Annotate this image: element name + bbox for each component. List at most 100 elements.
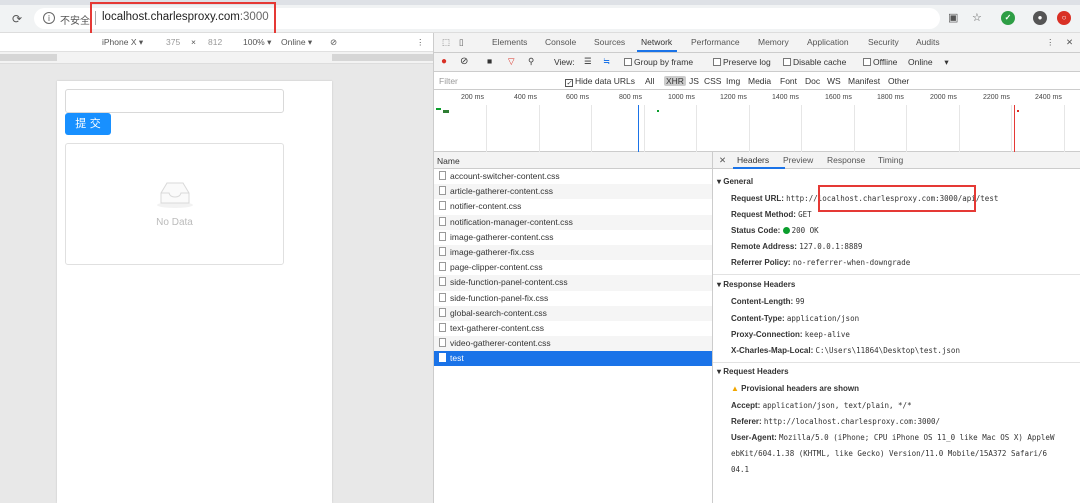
hide-data-urls-label: Hide data URLs	[575, 76, 636, 86]
request-row[interactable]: article-gatherer-content.css	[434, 184, 712, 200]
request-row[interactable]: side-function-panel-content.css	[434, 275, 712, 291]
request-name: image-gatherer-fix.css	[450, 246, 535, 257]
disable-cache-checkbox[interactable]: Disable cache	[783, 57, 846, 67]
rotate-icon[interactable]: ⊘	[330, 37, 337, 48]
tab-sources[interactable]: Sources	[594, 37, 625, 47]
request-row[interactable]: global-search-content.css	[434, 305, 712, 321]
response-headers-toggle[interactable]: ▾ Response Headers	[717, 280, 795, 289]
general-section-toggle[interactable]: ▾ General	[717, 177, 753, 186]
bookmark-star-icon[interactable]: ☆	[972, 11, 982, 24]
timeline-tick: 2400 ms	[1035, 94, 1062, 101]
device-toggle-icon[interactable]: ▯	[459, 37, 464, 48]
tab-headers[interactable]: Headers	[737, 155, 769, 165]
request-row[interactable]: text-gatherer-content.css	[434, 321, 712, 336]
tab-application[interactable]: Application	[807, 37, 849, 47]
response-header-row: X-Charles-Map-Local: C:\Users\11864\Desk…	[731, 346, 960, 355]
headers-panel: ▾ General Request URL: http://localhost.…	[713, 169, 1080, 503]
request-row[interactable]: video-gatherer-content.css	[434, 336, 712, 352]
request-row[interactable]: notifier-content.css	[434, 199, 712, 214]
device-height[interactable]: 812	[208, 37, 222, 47]
close-detail-icon[interactable]: ✕	[719, 155, 726, 166]
inspect-element-icon[interactable]: ⬚	[442, 37, 450, 48]
translate-icon[interactable]: ▣	[948, 11, 958, 24]
reload-icon[interactable]: ⟳	[12, 12, 22, 26]
method-label: Request Method:	[731, 210, 796, 219]
device-select[interactable]: iPhone X ▾	[102, 37, 143, 48]
search-icon[interactable]: ⚲	[528, 56, 534, 67]
zoom-select[interactable]: 100% ▾	[243, 37, 271, 48]
screenshot-icon[interactable]: ■	[487, 56, 492, 66]
device-width[interactable]: 375	[166, 37, 180, 47]
name-column-header[interactable]: Name	[434, 152, 712, 169]
filter-media[interactable]: Media	[748, 76, 771, 86]
timeline-bar	[657, 110, 659, 112]
filter-other[interactable]: Other	[888, 76, 909, 86]
response-header-row: Content-Type: application/json	[731, 314, 859, 323]
filter-doc[interactable]: Doc	[805, 76, 820, 86]
response-headers-title: Response Headers	[723, 280, 796, 289]
tab-preview[interactable]: Preview	[783, 155, 813, 165]
extension-red-icon[interactable]: ○	[1057, 11, 1071, 25]
offline-checkbox[interactable]: Offline	[863, 57, 897, 67]
filter-all[interactable]: All	[645, 76, 654, 86]
header-key: Content-Type:	[731, 314, 785, 323]
filter-ws[interactable]: WS	[827, 76, 841, 86]
request-detail-tabs: ✕ Headers Preview Response Timing	[713, 152, 1080, 169]
group-by-frame-checkbox[interactable]: Group by frame	[624, 57, 693, 67]
request-row[interactable]: image-gatherer-fix.css	[434, 244, 712, 261]
devtools-menu-icon[interactable]: ⋮	[1046, 37, 1055, 48]
devtools-close-icon[interactable]: ✕	[1066, 37, 1073, 48]
request-row[interactable]: side-function-panel-fix.css	[434, 291, 712, 306]
filter-xhr[interactable]: XHR	[664, 76, 686, 86]
clear-icon[interactable]: ⊘	[460, 56, 468, 67]
request-header-row: User-Agent: Mozilla/5.0 (iPhone; CPU iPh…	[731, 433, 1054, 442]
request-row[interactable]: account-switcher-content.css	[434, 169, 712, 184]
tab-timing[interactable]: Timing	[878, 155, 903, 165]
submit-button[interactable]: 提 交	[65, 113, 111, 135]
filter-manifest[interactable]: Manifest	[848, 76, 880, 86]
filter-css[interactable]: CSS	[704, 76, 721, 86]
network-overview-timeline[interactable]: 200 ms 400 ms 600 ms 800 ms 1000 ms 1200…	[434, 90, 1080, 152]
request-row-selected[interactable]: test	[434, 351, 712, 367]
referrer-policy-value: no-referrer-when-downgrade	[792, 258, 911, 267]
offline-label: Offline	[873, 57, 898, 67]
tab-response[interactable]: Response	[827, 155, 865, 165]
filter-img[interactable]: Img	[726, 76, 740, 86]
timeline-tick: 1000 ms	[668, 94, 695, 101]
profile-icon[interactable]: ●	[1033, 11, 1047, 25]
tab-security[interactable]: Security	[868, 37, 899, 47]
large-rows-icon[interactable]: ☰	[584, 56, 592, 67]
throttle-select[interactable]: Online ▾	[281, 37, 312, 48]
header-value: C:\Users\11864\Desktop\test.json	[815, 346, 960, 355]
request-headers-toggle[interactable]: ▾ Request Headers	[717, 367, 789, 376]
tab-console[interactable]: Console	[545, 37, 576, 47]
request-row[interactable]: image-gatherer-content.css	[434, 230, 712, 245]
info-icon[interactable]: i	[43, 12, 55, 24]
filter-input[interactable]: Filter	[439, 76, 458, 86]
extension-check-icon[interactable]: ✓	[1001, 11, 1015, 25]
no-data-text: No Data	[156, 217, 193, 228]
more-options-icon[interactable]: ⋮	[416, 37, 425, 48]
request-name: side-function-panel-fix.css	[450, 292, 549, 303]
waterfall-icon[interactable]: ≒	[603, 56, 610, 67]
online-select[interactable]: Online ▾	[908, 57, 949, 68]
tab-network[interactable]: Network	[641, 37, 672, 47]
tab-elements[interactable]: Elements	[492, 37, 527, 47]
text-input[interactable]	[65, 89, 284, 113]
hide-data-urls-checkbox[interactable]: ✓ Hide data URLs	[565, 76, 635, 87]
filter-js[interactable]: JS	[689, 76, 699, 86]
request-url-label: Request URL:	[731, 194, 784, 203]
timeline-bar	[1017, 110, 1019, 112]
request-row[interactable]: notification-manager-content.css	[434, 214, 712, 230]
request-row[interactable]: page-clipper-content.css	[434, 260, 712, 275]
filter-font[interactable]: Font	[780, 76, 797, 86]
preserve-log-checkbox[interactable]: Preserve log	[713, 57, 771, 67]
tab-audits[interactable]: Audits	[916, 37, 940, 47]
filter-icon[interactable]: ▽	[508, 56, 515, 67]
tab-performance[interactable]: Performance	[691, 37, 740, 47]
tab-memory[interactable]: Memory	[758, 37, 789, 47]
record-icon[interactable]: ●	[441, 56, 447, 67]
request-name: page-clipper-content.css	[450, 262, 543, 273]
timeline-tick: 600 ms	[566, 94, 589, 101]
timeline-tick: 400 ms	[514, 94, 537, 101]
